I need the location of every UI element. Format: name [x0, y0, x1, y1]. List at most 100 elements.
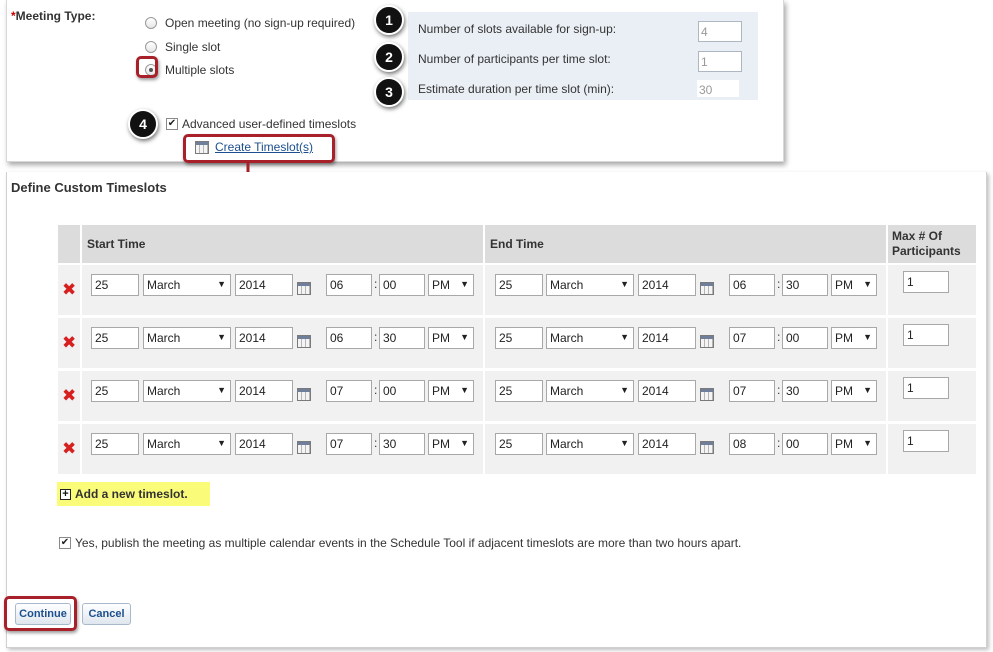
time-separator: :	[777, 277, 781, 291]
start-year-input[interactable]: 2014	[235, 433, 293, 455]
start-ampm-select[interactable]: PM ▼	[428, 380, 474, 402]
remove-timeslot-icon[interactable]: ✖	[62, 441, 76, 458]
max-participants-input[interactable]: 1	[903, 377, 949, 399]
end-month-select[interactable]: March ▼	[546, 327, 634, 349]
meeting-type-panel: *Meeting Type: Open meeting (no sign-up …	[6, 0, 784, 163]
end-day-input[interactable]: 25	[495, 433, 543, 455]
calendar-icon[interactable]	[297, 388, 311, 401]
end-year-input[interactable]: 2014	[638, 380, 696, 402]
radio-button[interactable]	[145, 17, 157, 29]
max-participants-input[interactable]: 1	[903, 430, 949, 452]
end-month-select[interactable]: March ▼	[546, 274, 634, 296]
calendar-icon[interactable]	[700, 282, 714, 295]
remove-timeslot-icon[interactable]: ✖	[62, 388, 76, 405]
end-day-input[interactable]: 25	[495, 274, 543, 296]
start-day-input[interactable]: 25	[91, 380, 139, 402]
radio-single-slot[interactable]: Single slot	[145, 38, 220, 56]
start-minute-input[interactable]: 00	[379, 274, 425, 296]
max-participants-input[interactable]: 1	[903, 324, 949, 346]
start-minute-input[interactable]: 30	[379, 327, 425, 349]
advanced-timeslots-checkbox[interactable]: ✔	[166, 118, 178, 130]
start-ampm-select[interactable]: PM ▼	[428, 327, 474, 349]
start-ampm-select[interactable]: PM ▼	[428, 274, 474, 296]
publish-label: Yes, publish the meeting as multiple cal…	[75, 536, 742, 550]
end-year-input[interactable]: 2014	[638, 274, 696, 296]
remove-timeslot-icon[interactable]: ✖	[62, 282, 76, 299]
end-hour-input[interactable]: 07	[729, 380, 775, 402]
start-minute-input[interactable]: 30	[379, 433, 425, 455]
end-year-input[interactable]: 2014	[638, 327, 696, 349]
radio-button[interactable]	[145, 41, 157, 53]
slot-settings-box: Number of slots available for sign-up: 4…	[408, 12, 758, 100]
start-day-input[interactable]: 25	[91, 327, 139, 349]
radio-open-meeting[interactable]: Open meeting (no sign-up required)	[145, 14, 355, 32]
calendar-icon[interactable]	[297, 282, 311, 295]
end-hour-input[interactable]: 07	[729, 327, 775, 349]
end-ampm-select[interactable]: PM ▼	[831, 327, 877, 349]
dropdown-arrow-icon: ▼	[863, 332, 872, 342]
time-separator: :	[777, 383, 781, 397]
dropdown-arrow-icon: ▼	[217, 332, 226, 342]
time-separator: :	[374, 436, 378, 450]
start-hour-input[interactable]: 06	[326, 274, 372, 296]
plus-icon: +	[60, 488, 71, 500]
calendar-icon[interactable]	[700, 441, 714, 454]
end-hour-input[interactable]: 08	[729, 433, 775, 455]
participants-per-slot-input[interactable]: 1	[698, 51, 742, 72]
advanced-timeslots-row[interactable]: ✔ Advanced user-defined timeslots	[166, 117, 356, 131]
start-year-input[interactable]: 2014	[235, 380, 293, 402]
start-year-input[interactable]: 2014	[235, 274, 293, 296]
multiple-slots-highlight	[136, 56, 158, 78]
remove-timeslot-icon[interactable]: ✖	[62, 335, 76, 352]
cancel-button[interactable]: Cancel	[82, 603, 131, 625]
start-minute-input[interactable]: 00	[379, 380, 425, 402]
end-ampm-select[interactable]: PM ▼	[831, 274, 877, 296]
step-badge-4: 4	[128, 109, 158, 139]
end-ampm-select[interactable]: PM ▼	[831, 380, 877, 402]
start-year-input[interactable]: 2014	[235, 327, 293, 349]
publish-option-row[interactable]: ✔ Yes, publish the meeting as multiple c…	[59, 536, 741, 550]
duration-input[interactable]: 30	[696, 79, 740, 98]
end-hour-input[interactable]: 06	[729, 274, 775, 296]
dropdown-arrow-icon: ▼	[620, 385, 629, 395]
end-month-select[interactable]: March ▼	[546, 433, 634, 455]
calendar-icon[interactable]	[297, 441, 311, 454]
start-ampm-select[interactable]: PM ▼	[428, 433, 474, 455]
start-hour-input[interactable]: 07	[326, 433, 372, 455]
radio-multiple-slots[interactable]: Multiple slots	[145, 61, 234, 79]
start-day-input[interactable]: 25	[91, 274, 139, 296]
end-day-input[interactable]: 25	[495, 380, 543, 402]
end-ampm-select[interactable]: PM ▼	[831, 433, 877, 455]
calendar-icon[interactable]	[700, 388, 714, 401]
max-participants-input[interactable]: 1	[903, 271, 949, 293]
meeting-type-label: *Meeting Type:	[11, 9, 96, 23]
end-year-input[interactable]: 2014	[638, 433, 696, 455]
start-month-select[interactable]: March ▼	[143, 380, 231, 402]
calendar-icon[interactable]	[700, 335, 714, 348]
create-timeslots-highlight	[183, 134, 335, 163]
start-hour-input[interactable]: 07	[326, 380, 372, 402]
dropdown-arrow-icon: ▼	[620, 332, 629, 342]
time-separator: :	[374, 383, 378, 397]
time-separator: :	[777, 436, 781, 450]
end-minute-input[interactable]: 30	[782, 274, 828, 296]
end-minute-input[interactable]: 00	[782, 327, 828, 349]
end-month-select[interactable]: March ▼	[546, 380, 634, 402]
end-minute-input[interactable]: 00	[782, 433, 828, 455]
slots-available-input[interactable]: 4	[698, 21, 742, 42]
end-day-input[interactable]: 25	[495, 327, 543, 349]
add-timeslot-button[interactable]: + Add a new timeslot.	[57, 482, 210, 506]
start-month-select[interactable]: March ▼	[143, 433, 231, 455]
header-start-time: Start Time	[82, 225, 483, 263]
time-separator: :	[374, 277, 378, 291]
header-remove	[58, 225, 80, 263]
dropdown-arrow-icon: ▼	[217, 279, 226, 289]
start-hour-input[interactable]: 06	[326, 327, 372, 349]
start-month-select[interactable]: March ▼	[143, 274, 231, 296]
start-month-select[interactable]: March ▼	[143, 327, 231, 349]
start-day-input[interactable]: 25	[91, 433, 139, 455]
dropdown-arrow-icon: ▼	[460, 438, 469, 448]
calendar-icon[interactable]	[297, 335, 311, 348]
end-minute-input[interactable]: 30	[782, 380, 828, 402]
publish-checkbox[interactable]: ✔	[59, 537, 71, 549]
